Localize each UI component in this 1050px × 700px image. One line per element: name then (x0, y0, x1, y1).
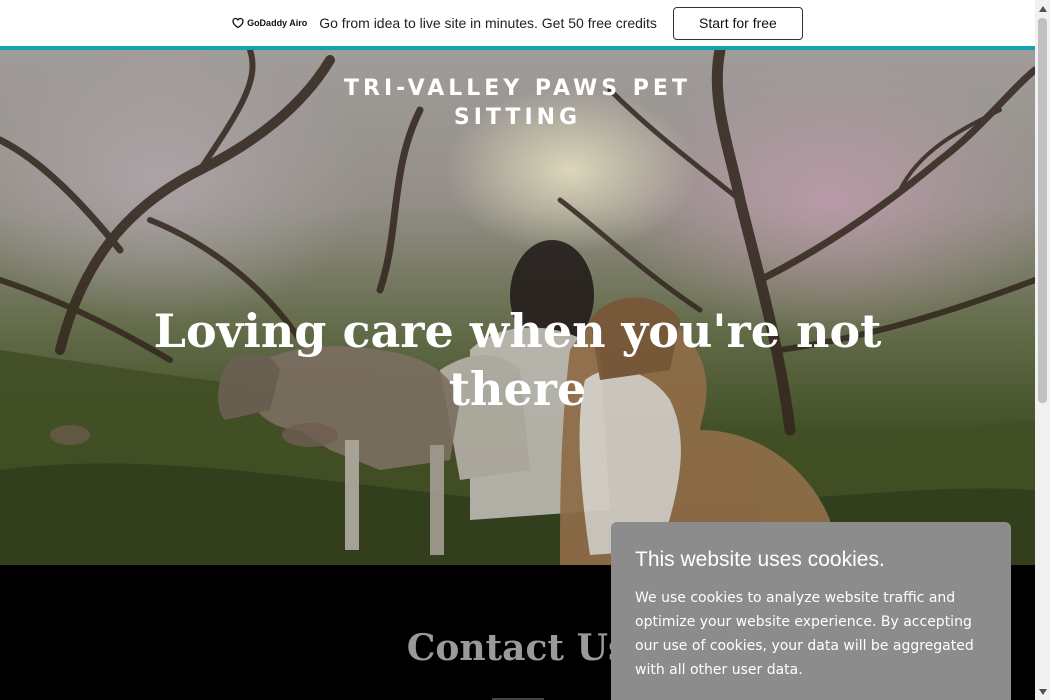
brand-name: GoDaddy Airo (247, 18, 308, 28)
hero-headline-line-1: Loving care when you're not (153, 304, 882, 358)
hero-headline-line-2: there (448, 362, 587, 416)
scroll-up-arrow-icon[interactable] (1035, 0, 1050, 17)
cookie-banner: This website uses cookies. We use cookie… (611, 522, 1011, 700)
page-scrollbar[interactable] (1035, 0, 1050, 700)
hero-headline: Loving care when you're not there (0, 302, 1035, 418)
promo-message: Go from idea to live site in minutes. Ge… (319, 15, 657, 31)
godaddy-logo[interactable]: GoDaddy Airo (232, 17, 307, 29)
site-title-line-2: SITTING (453, 105, 582, 130)
godaddy-heart-icon (232, 17, 244, 29)
scroll-down-arrow-icon[interactable] (1035, 683, 1050, 700)
site-title-line-1: TRI-VALLEY PAWS PET (344, 76, 691, 101)
cookie-banner-text: We use cookies to analyze website traffi… (635, 590, 974, 678)
start-for-free-button[interactable]: Start for free (672, 6, 803, 40)
scrollbar-thumb[interactable] (1038, 18, 1047, 403)
cookie-banner-title: This website uses cookies. (635, 548, 885, 571)
site-title[interactable]: TRI-VALLEY PAWS PET SITTING (0, 74, 1035, 132)
hero-section: TRI-VALLEY PAWS PET SITTING Loving care … (0, 50, 1035, 565)
promo-bar: GoDaddy Airo Go from idea to live site i… (0, 0, 1035, 46)
